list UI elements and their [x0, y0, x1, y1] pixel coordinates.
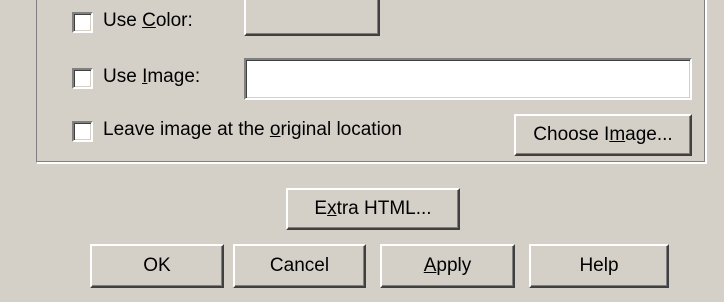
use-color-checkbox[interactable]	[72, 12, 93, 33]
leave-image-label: Leave image at the original location	[103, 119, 402, 140]
help-button[interactable]: Help	[529, 244, 669, 288]
ok-button[interactable]: OK	[90, 244, 224, 288]
use-image-label: Use Image:	[103, 66, 201, 87]
image-path-input[interactable]	[244, 58, 692, 100]
color-swatch-button[interactable]	[244, 0, 380, 36]
use-color-label: Use Color:	[103, 10, 193, 31]
choose-image-button[interactable]: Choose Im age...	[514, 114, 692, 156]
use-image-checkbox[interactable]	[72, 68, 93, 89]
apply-button[interactable]: Apply	[380, 244, 515, 288]
leave-image-checkbox[interactable]	[72, 121, 93, 142]
cancel-button[interactable]: Cancel	[233, 244, 366, 288]
extra-html-button[interactable]: Ex tra HTML...	[286, 188, 460, 230]
